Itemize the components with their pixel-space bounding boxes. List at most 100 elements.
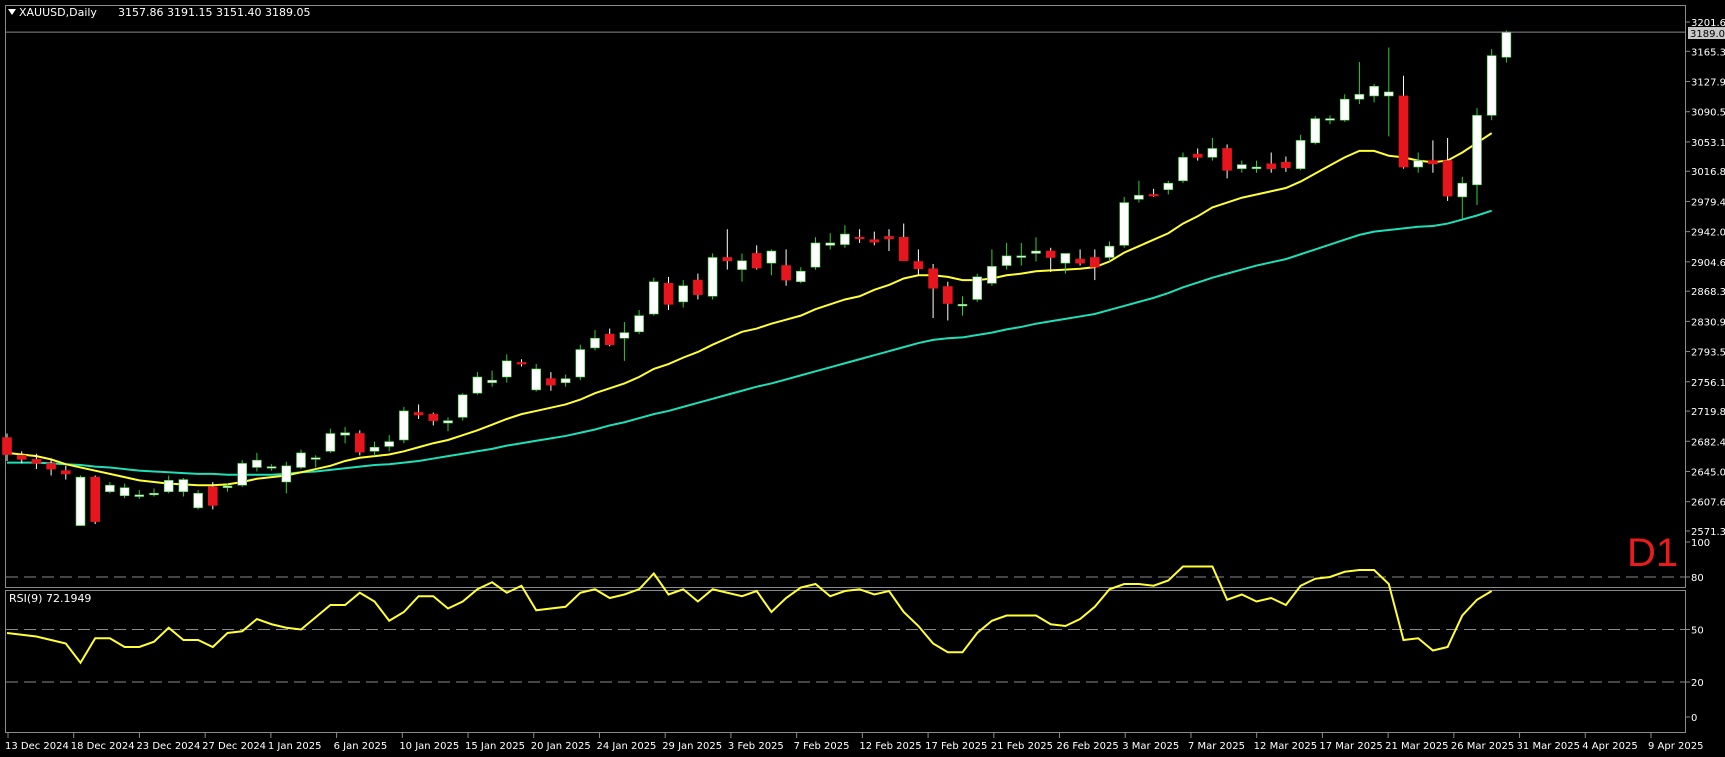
candle-body: [457, 394, 468, 418]
candle-body: [663, 283, 674, 305]
candle-body: [1310, 118, 1321, 144]
candle[interactable]: [457, 393, 468, 421]
time-tick-label: 18 Dec 2024: [71, 741, 135, 752]
time-tick-label: 15 Jan 2025: [465, 741, 525, 752]
candle-body: [119, 487, 130, 497]
time-tick-label: 24 Jan 2025: [596, 741, 656, 752]
candle-body: [737, 260, 747, 270]
candle[interactable]: [1486, 49, 1497, 121]
candle-body: [31, 459, 42, 464]
price-tick-label: 2979.40: [1691, 197, 1725, 208]
candle[interactable]: [648, 277, 659, 316]
candle-body: [354, 433, 365, 453]
candle-body: [1354, 94, 1365, 100]
candle[interactable]: [90, 475, 100, 524]
candle-body: [604, 333, 615, 345]
candle[interactable]: [575, 344, 586, 381]
candle-body: [208, 486, 218, 506]
candle-body: [1339, 98, 1350, 121]
candle[interactable]: [1310, 116, 1321, 145]
candle-body: [1501, 31, 1512, 58]
current-price-label: 3189.05: [1690, 29, 1725, 40]
candle-body: [472, 376, 483, 394]
price-tick-label: 3090.50: [1691, 108, 1725, 119]
candle-body: [884, 236, 894, 240]
price-tick-label: 3127.90: [1691, 78, 1725, 89]
candle-body: [1457, 182, 1468, 198]
candle-body: [898, 236, 909, 262]
time-tick-label: 12 Mar 2025: [1254, 741, 1317, 752]
candle[interactable]: [75, 475, 86, 526]
candle-body: [399, 410, 409, 441]
candle-body: [575, 349, 586, 378]
time-tick-label: 7 Mar 2025: [1188, 741, 1245, 752]
time-tick-label: 3 Feb 2025: [728, 741, 784, 752]
time-tick-label: 6 Jan 2025: [334, 741, 388, 752]
candle-body: [16, 455, 27, 460]
time-tick-label: 10 Jan 2025: [399, 741, 459, 752]
time-tick-label: 20 Jan 2025: [531, 741, 591, 752]
candle-body: [1163, 182, 1174, 190]
symbol-label[interactable]: XAUUSD,Daily: [19, 6, 97, 19]
candle-body: [619, 332, 630, 339]
candle-body: [531, 368, 542, 391]
time-tick-label: 17 Mar 2025: [1319, 741, 1382, 752]
candle-body: [310, 457, 321, 460]
candle-body: [266, 466, 277, 469]
price-tick-label: 3165.30: [1691, 47, 1725, 58]
candle-body: [487, 379, 497, 383]
rsi-title[interactable]: RSI(9) 72.1949: [9, 592, 91, 605]
price-tick-label: 3053.10: [1691, 138, 1725, 149]
rsi-tick-label: 50: [1691, 626, 1704, 637]
candle[interactable]: [354, 430, 365, 456]
candle[interactable]: [1119, 196, 1129, 248]
candle-body: [1104, 245, 1115, 258]
candle[interactable]: [1178, 152, 1188, 184]
candle-body: [678, 285, 689, 303]
candle-body: [795, 270, 806, 283]
time-tick-label: 13 Dec 2024: [5, 741, 69, 752]
candle-body: [810, 242, 821, 268]
candle-body: [1237, 164, 1247, 169]
candle[interactable]: [399, 406, 409, 444]
candle-body: [590, 337, 600, 349]
candle-body: [501, 360, 512, 378]
time-tick-label: 4 Apr 2025: [1582, 741, 1637, 752]
candle-body: [840, 233, 850, 245]
candle-body: [134, 494, 145, 497]
candle-body: [546, 378, 556, 386]
candle-body: [443, 420, 453, 424]
candle-body: [854, 236, 865, 240]
candle-body: [369, 446, 380, 452]
candle-body: [722, 257, 733, 262]
candle[interactable]: [237, 460, 247, 487]
candle-body: [340, 432, 350, 436]
time-tick-label: 9 Apr 2025: [1648, 741, 1703, 752]
candle-body: [281, 465, 292, 483]
candle-body: [648, 281, 659, 315]
candle-body: [913, 261, 924, 270]
candle-body: [1428, 160, 1438, 165]
candle-body: [1266, 163, 1276, 169]
candle-body: [296, 452, 306, 468]
time-tick-label: 12 Feb 2025: [859, 741, 921, 752]
candle-body: [384, 441, 395, 447]
time-tick-label: 3 Mar 2025: [1122, 741, 1179, 752]
price-tick-label: 2904.60: [1691, 258, 1725, 269]
price-tick-label: 2868.30: [1691, 287, 1725, 298]
candle-body: [1207, 148, 1218, 158]
price-tick-label: 2645.00: [1691, 467, 1725, 478]
candle-body: [428, 413, 439, 421]
time-tick-label: 21 Feb 2025: [991, 741, 1053, 752]
price-tick-label: 2571.30: [1691, 527, 1725, 538]
candle[interactable]: [707, 253, 718, 300]
candle-body: [1016, 255, 1027, 258]
chart-window[interactable]: 3201.603165.303127.903090.503053.103016.…: [0, 0, 1725, 757]
ohlc-values: 3157.86 3191.15 3151.40 3189.05: [118, 6, 310, 19]
candle-body: [413, 412, 424, 416]
candle[interactable]: [972, 273, 983, 302]
candle-body: [1060, 253, 1071, 264]
candle-body: [1031, 250, 1041, 254]
candle-body: [1325, 118, 1335, 121]
candle-body: [237, 463, 247, 486]
